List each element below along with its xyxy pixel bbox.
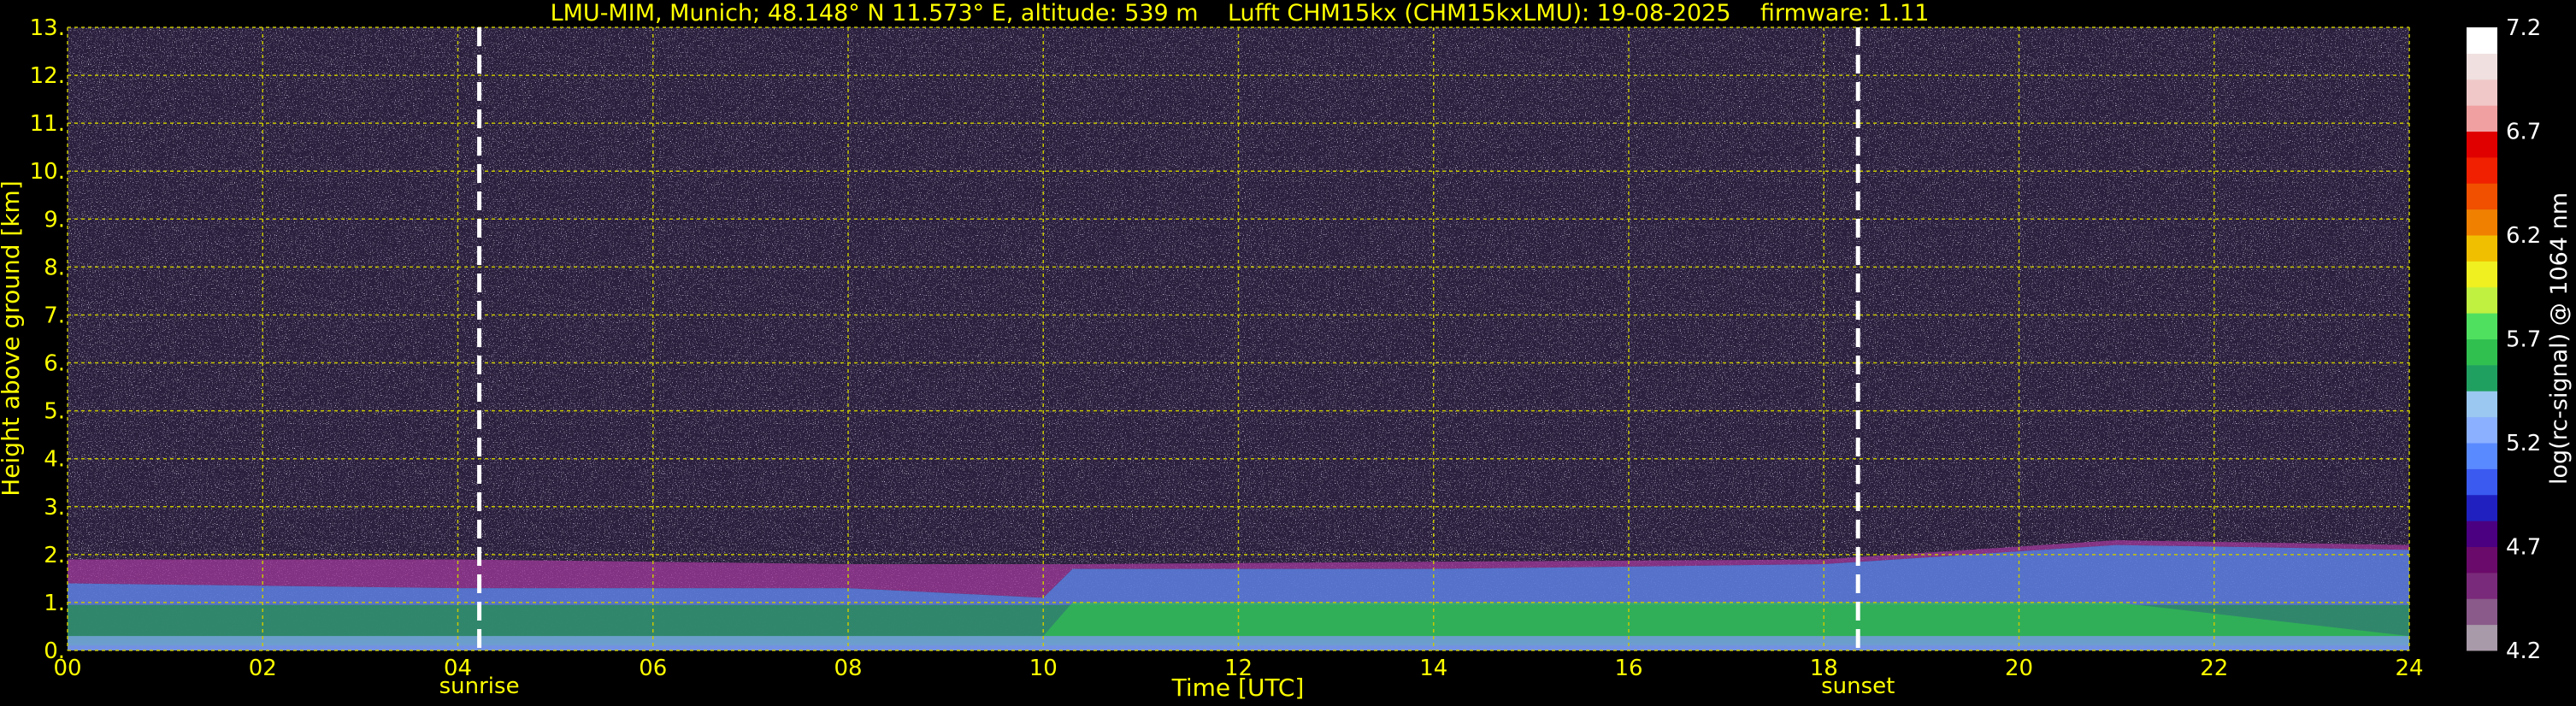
colorbar-segment (2467, 209, 2497, 236)
colorbar (2467, 27, 2497, 651)
colorbar-tick-label: 4.7 (2506, 535, 2541, 561)
colorbar-segment (2467, 131, 2497, 158)
colorbar-segment (2467, 27, 2497, 54)
colorbar-segment (2467, 105, 2497, 132)
y-tick-label: 1. (44, 591, 65, 616)
colorbar-segment (2467, 572, 2497, 599)
y-axis-ticks: 0. 1. 2. 3. 4. 5. 6. 7. 8. 9. 10. 11. 12. 13. (30, 15, 65, 664)
colorbar-tick-label: 6.7 (2506, 120, 2541, 145)
x-tick-label: 22 (2200, 656, 2228, 681)
colorbar-segment (2467, 79, 2497, 106)
colorbar-segment (2467, 261, 2497, 288)
colorbar-segment (2467, 364, 2497, 391)
y-tick-label: 12. (30, 63, 65, 89)
y-tick-label: 10. (30, 159, 65, 185)
y-tick-label: 3. (44, 495, 65, 521)
colorbar-tick-label: 6.2 (2506, 223, 2541, 249)
colorbar-segment (2467, 391, 2497, 418)
colorbar-ticks: 7.2 6.7 6.2 5.7 5.2 4.7 4.2 (2506, 15, 2541, 664)
x-tick-label: 20 (2005, 656, 2033, 681)
colorbar-segment (2467, 183, 2497, 210)
y-tick-label: 0. (44, 638, 65, 664)
chart-title: LMU-MIM, Munich; 48.148° N 11.573° E, al… (551, 0, 1930, 26)
colorbar-segment (2467, 235, 2497, 262)
y-tick-label: 13. (30, 15, 65, 41)
x-tick-label: 08 (834, 656, 862, 681)
y-axis-label: Height above ground [km] (0, 180, 25, 497)
colorbar-segment (2467, 313, 2497, 339)
colorbar-segment (2467, 416, 2497, 444)
colorbar-segment (2467, 156, 2497, 184)
colorbar-segment (2467, 338, 2497, 366)
plot-area (67, 26, 2410, 651)
colorbar-segment (2467, 521, 2497, 547)
y-tick-label: 6. (44, 351, 65, 377)
colorbar-segment (2467, 494, 2497, 521)
colorbar-segment (2467, 286, 2497, 314)
marker-label-sunrise: sunrise (439, 674, 520, 699)
colorbar-tick-label: 5.7 (2506, 327, 2541, 353)
colorbar-tick-label: 7.2 (2506, 15, 2541, 41)
colorbar-tick-label: 5.2 (2506, 431, 2541, 456)
x-tick-label: 24 (2395, 656, 2423, 681)
x-tick-label: 16 (1614, 656, 1642, 681)
ceilometer-chart: LMU-MIM, Munich; 48.148° N 11.573° E, al… (0, 0, 2573, 702)
colorbar-segment (2467, 53, 2497, 80)
colorbar-segment (2467, 443, 2497, 469)
y-tick-label: 4. (44, 447, 65, 473)
colorbar-segment (2467, 624, 2497, 651)
x-axis-label: Time [UTC] (1171, 674, 1305, 702)
y-tick-label: 2. (44, 543, 65, 568)
colorbar-segment (2467, 546, 2497, 574)
colorbar-label: log(rc-signal) @ 1064 nm (2546, 192, 2573, 485)
x-tick-label: 02 (249, 656, 277, 681)
colorbar-segment (2467, 468, 2497, 496)
y-tick-label: 11. (30, 111, 65, 137)
y-tick-label: 8. (44, 255, 65, 280)
x-tick-label: 06 (639, 656, 667, 681)
x-tick-label: 10 (1029, 656, 1058, 681)
marker-label-sunset: sunset (1821, 674, 1895, 699)
x-tick-label: 14 (1419, 656, 1447, 681)
y-tick-label: 5. (44, 399, 65, 425)
y-tick-label: 7. (44, 303, 65, 328)
colorbar-segment (2467, 598, 2497, 626)
colorbar-tick-label: 4.2 (2506, 638, 2541, 664)
y-tick-label: 9. (44, 207, 65, 232)
